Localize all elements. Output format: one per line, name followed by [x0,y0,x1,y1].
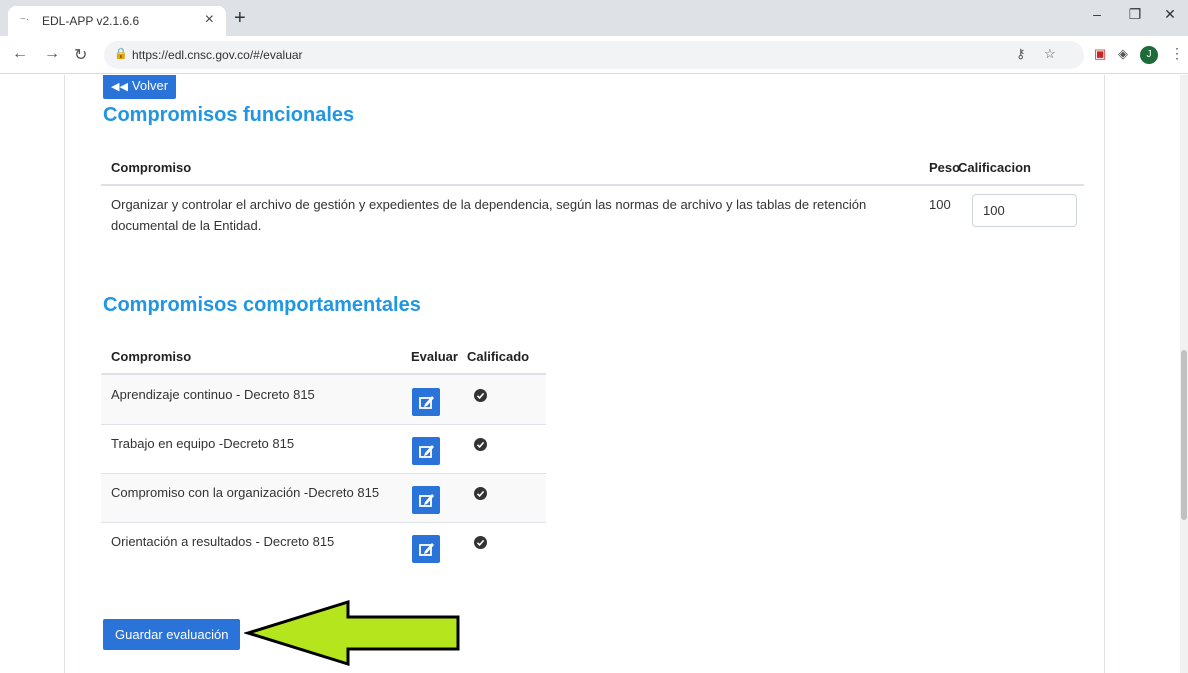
check-circle-icon [474,487,487,500]
behavioral-row-text: Trabajo en equipo -Decreto 815 [111,436,295,451]
edit-icon [419,396,434,409]
scroll-thumb[interactable] [1181,350,1187,520]
behavioral-row-text: Compromiso con la organización -Decreto … [111,485,380,500]
functional-row-peso: 100 [929,197,951,212]
check-circle-icon [474,389,487,402]
browser-tab[interactable]: ~· EDL-APP v2.1.6.6 × [8,6,226,36]
evaluate-button[interactable] [412,388,440,416]
behavioral-row-text: Aprendizaje continuo - Decreto 815 [111,387,315,402]
star-icon[interactable]: ☆ [1044,46,1056,62]
shield-extension-icon[interactable]: ▣ [1094,46,1106,62]
back-button-label: Volver [131,78,169,93]
evaluate-button[interactable] [412,437,440,465]
back-arrow-icon[interactable]: ← [12,45,28,63]
close-icon[interactable]: ✕ [1150,6,1188,30]
behavioral-header-calificado: Calificado [467,349,530,364]
row-divider [101,424,546,425]
url-text[interactable]: https://edl.cnsc.gov.co/#/evaluar [132,48,303,62]
evaluate-button[interactable] [412,535,440,563]
maximize-icon[interactable]: ❐ [1115,6,1155,30]
functional-header-calificacion: Calificacion [958,160,1031,175]
row-divider [101,522,546,523]
evaluate-button[interactable] [412,486,440,514]
check-circle-icon [474,536,487,549]
key-icon[interactable]: ⚷ [1016,46,1026,62]
edit-icon [419,494,434,507]
browser-toolbar: ← → ↻ 🔒 https://edl.cnsc.gov.co/#/evalua… [0,36,1188,74]
behavioral-header-compromiso: Compromiso [111,349,192,364]
forward-arrow-icon[interactable]: → [44,45,60,63]
behavioral-section-title: Compromisos comportamentales [103,294,421,316]
kebab-menu-icon[interactable]: ⋮ [1170,45,1184,62]
functional-header-compromiso: Compromiso [111,160,192,175]
favicon-icon: ~· [20,14,30,25]
s-extension-icon[interactable]: ◈ [1118,46,1128,62]
evaluation-card: ◀◀ Volver Compromisos funcionales Comprom… [64,75,1105,673]
browser-tabstrip: ~· EDL-APP v2.1.6.6 × + – ❐ ✕ [0,0,1188,36]
avatar[interactable]: J [1140,46,1158,64]
functional-row-text-line2: documental de la Entidad. [111,218,262,233]
scrollbar[interactable] [1180,75,1188,673]
reload-icon[interactable]: ↻ [74,45,87,65]
back-button[interactable]: ◀◀ Volver [103,75,177,99]
functional-header-divider [101,184,1084,186]
calificacion-input[interactable] [972,194,1077,227]
tab-close-button[interactable]: × [205,11,214,29]
new-tab-button[interactable]: + [234,7,246,30]
behavioral-row-text: Orientación a resultados - Decreto 815 [111,534,335,549]
tab-title: EDL-APP v2.1.6.6 [42,14,140,28]
minimize-icon[interactable]: – [1077,6,1117,30]
lock-icon: 🔒 [114,48,128,60]
annotation-arrow-icon [244,599,460,667]
check-circle-icon [474,438,487,451]
save-evaluation-button[interactable]: Guardar evaluación [103,619,241,650]
double-left-arrow-icon: ◀◀ [111,81,128,93]
functional-section-title: Compromisos funcionales [103,104,355,126]
functional-header-peso: Peso [929,160,961,175]
edit-icon [419,543,434,556]
edit-icon [419,445,434,458]
address-bar[interactable]: 🔒 https://edl.cnsc.gov.co/#/evaluar ⚷ ☆ [104,41,1084,69]
functional-row-text-line1: Organizar y controlar el archivo de gest… [111,197,867,212]
functional-row-text: Organizar y controlar el archivo de gest… [111,194,921,236]
page-viewport: ◀◀ Volver Compromisos funcionales Comprom… [0,75,1180,673]
behavioral-header-evaluar: Evaluar [411,349,458,364]
